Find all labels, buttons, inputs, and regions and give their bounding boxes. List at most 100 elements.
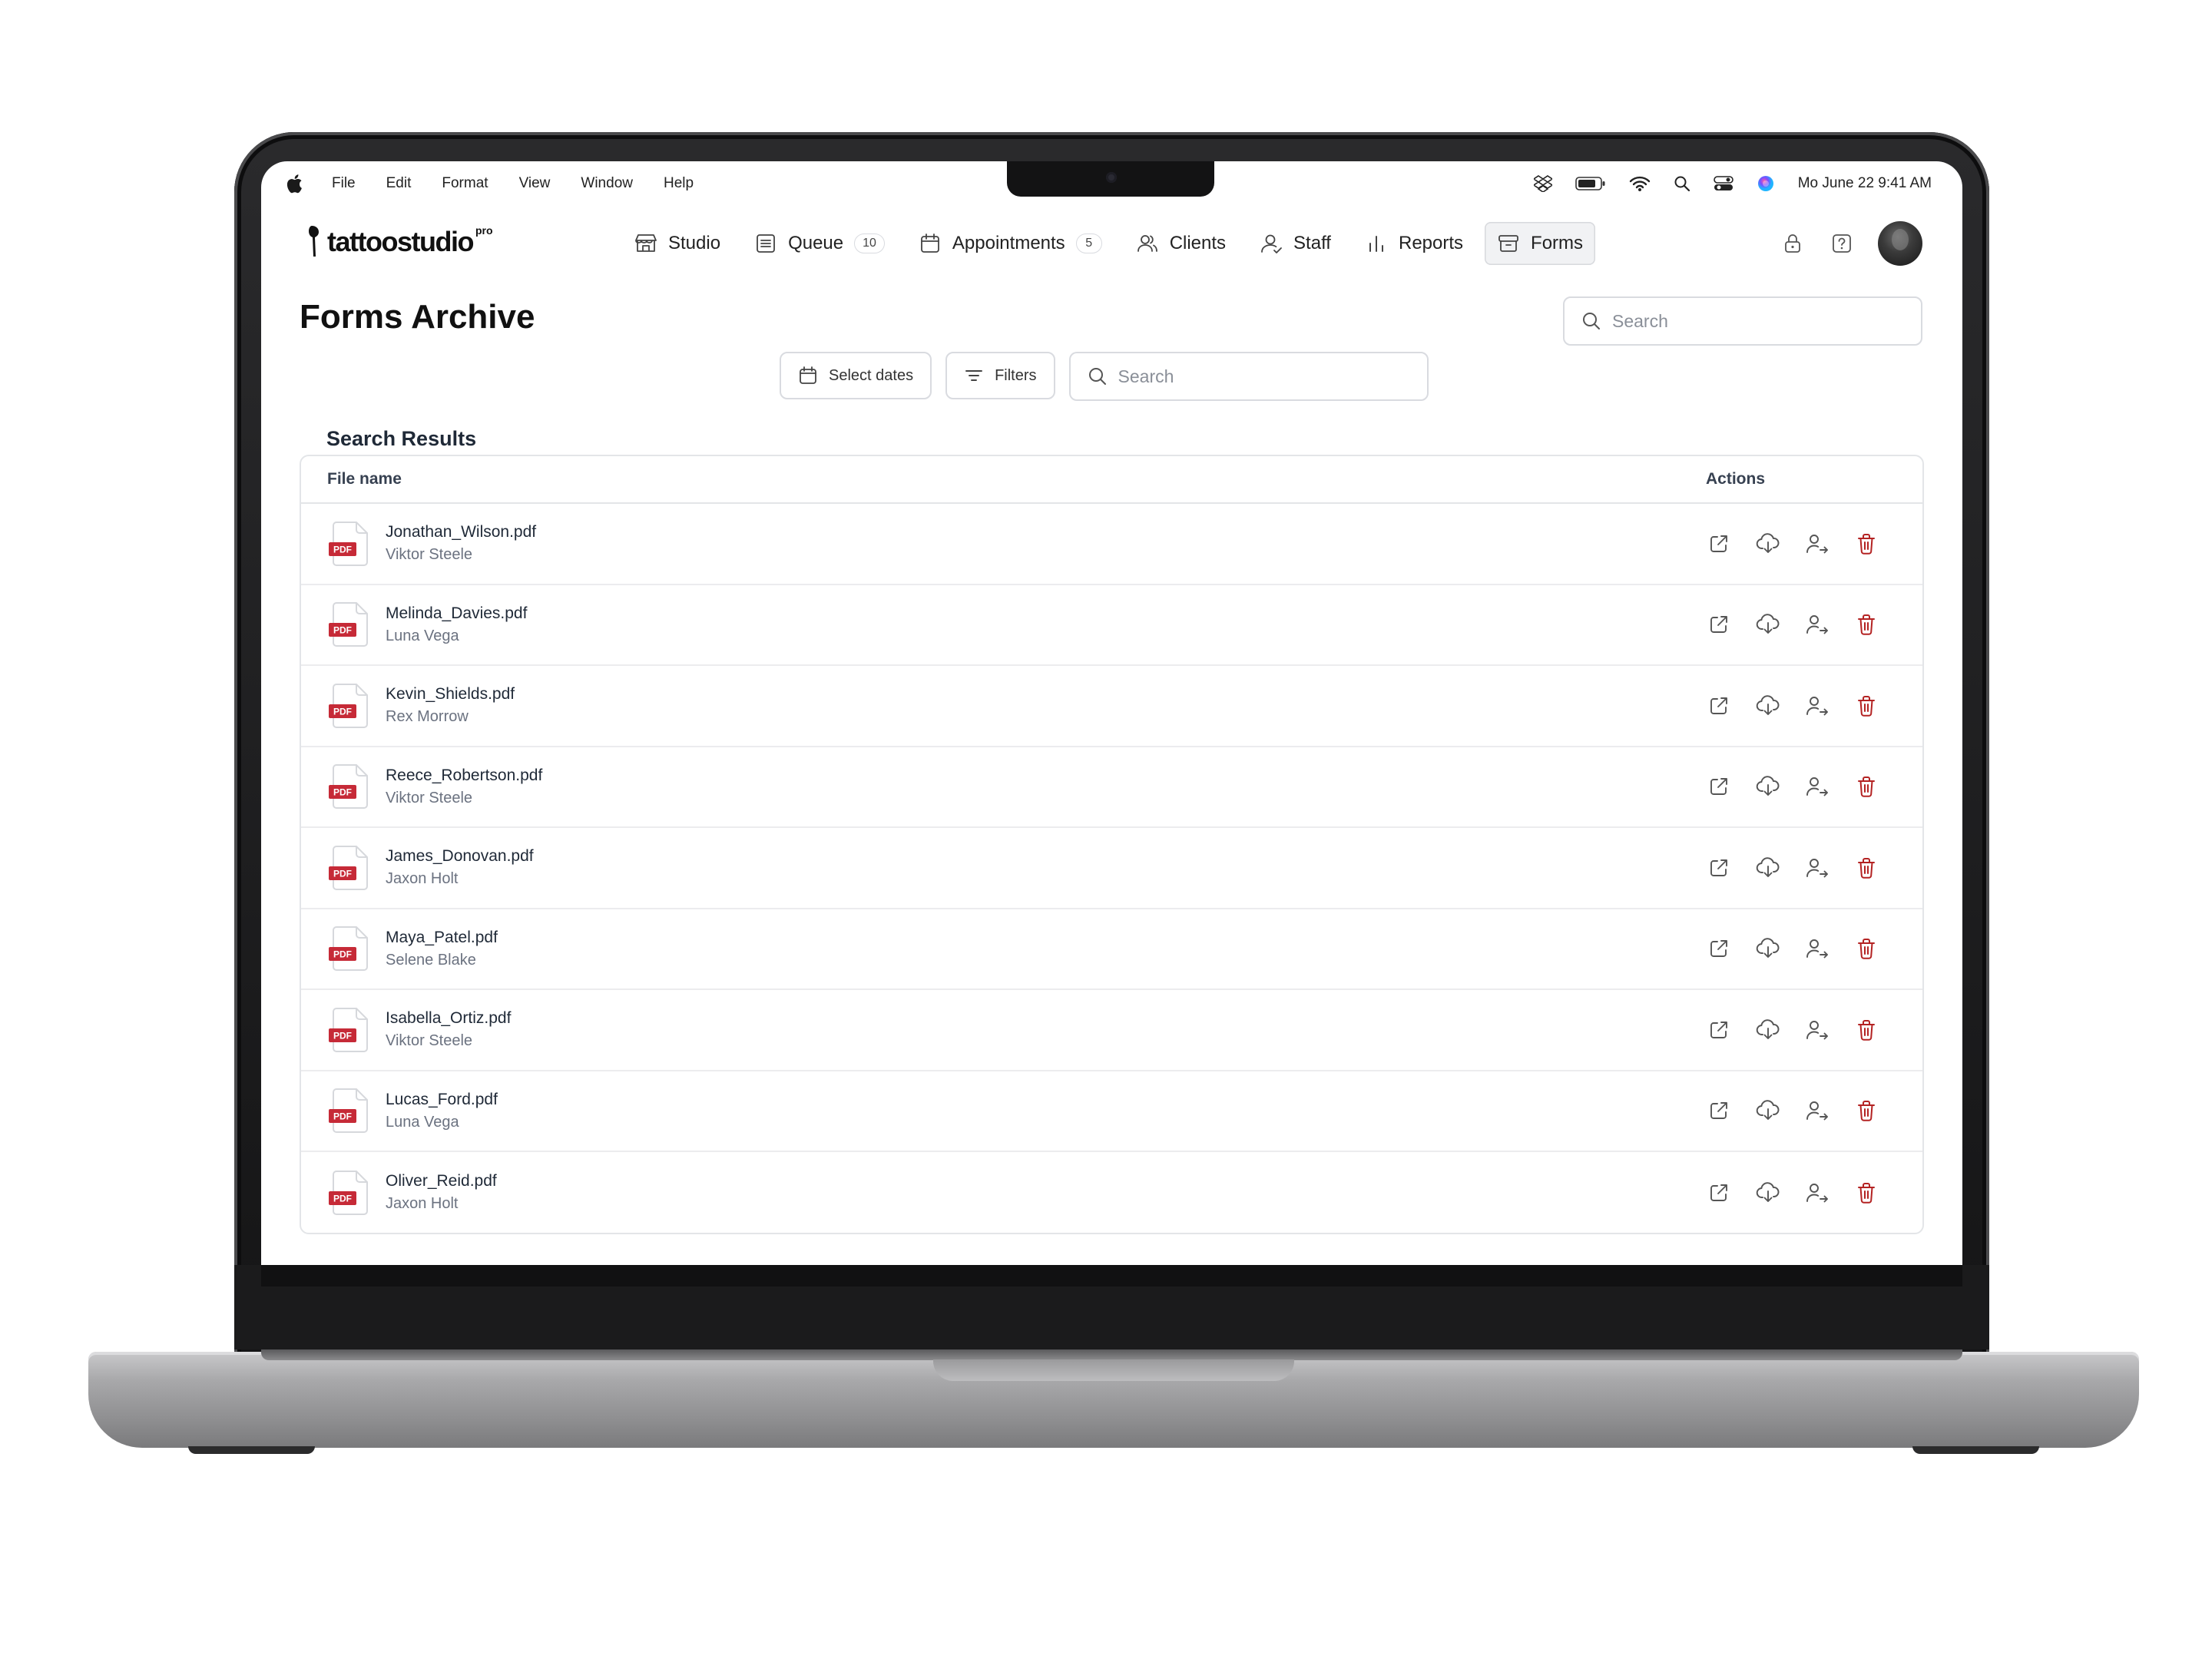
select-dates-label: Select dates — [829, 366, 914, 384]
assign-client-button[interactable] — [1804, 531, 1830, 557]
assign-client-button[interactable] — [1804, 773, 1830, 800]
download-button[interactable] — [1755, 773, 1781, 800]
filters-label: Filters — [995, 366, 1037, 384]
open-button[interactable] — [1706, 611, 1732, 637]
menu-window[interactable]: Window — [581, 175, 633, 192]
table-row[interactable]: PDF Oliver_Reid.pdf Jaxon Holt — [301, 1152, 1922, 1233]
download-button[interactable] — [1755, 531, 1781, 557]
delete-button[interactable] — [1853, 1098, 1879, 1124]
table-row[interactable]: PDF Lucas_Ford.pdf Luna Vega — [301, 1071, 1922, 1152]
forms-search-input[interactable] — [1118, 366, 1395, 387]
table-row[interactable]: PDF Jonathan_Wilson.pdf Viktor Steele — [301, 504, 1922, 585]
table-row[interactable]: PDF James_Donovan.pdf Jaxon Holt — [301, 828, 1922, 909]
download-button[interactable] — [1755, 1017, 1781, 1043]
global-search[interactable] — [1563, 296, 1922, 346]
control-center-icon[interactable] — [1713, 175, 1734, 192]
global-search-input[interactable] — [1612, 310, 1889, 332]
open-button[interactable] — [1706, 935, 1732, 962]
apple-icon[interactable] — [286, 174, 303, 194]
download-button[interactable] — [1755, 1098, 1781, 1124]
siri-icon[interactable] — [1757, 174, 1775, 193]
file-name[interactable]: Melinda_Davies.pdf — [386, 604, 1706, 623]
dropbox-icon[interactable] — [1533, 175, 1552, 192]
delete-button[interactable] — [1853, 693, 1879, 719]
file-name[interactable]: Maya_Patel.pdf — [386, 929, 1706, 947]
app-logo[interactable]: tattoostudio pro — [307, 224, 493, 258]
nav-item-reports[interactable]: Reports — [1353, 222, 1475, 265]
forms-search[interactable] — [1068, 352, 1429, 401]
lock-button[interactable] — [1780, 230, 1806, 257]
delete-button[interactable] — [1853, 1017, 1879, 1043]
open-button[interactable] — [1706, 693, 1732, 719]
file-name[interactable]: James_Donovan.pdf — [386, 847, 1706, 866]
artist-name: Viktor Steele — [386, 789, 473, 806]
delete-button[interactable] — [1853, 611, 1879, 637]
filters-button[interactable]: Filters — [945, 352, 1055, 399]
file-meta: Kevin_Shields.pdf Rex Morrow — [386, 685, 1706, 726]
file-name[interactable]: Lucas_Ford.pdf — [386, 1091, 1706, 1109]
download-button[interactable] — [1755, 611, 1781, 637]
nav-item-staff[interactable]: Staff — [1247, 222, 1343, 265]
pdf-file-icon: PDF — [329, 926, 368, 972]
delete-button[interactable] — [1853, 935, 1879, 962]
assign-client-button[interactable] — [1804, 855, 1830, 881]
status-area: Mo June 22 9:41 AM — [1533, 172, 1932, 195]
spotlight-search-icon[interactable] — [1674, 175, 1690, 192]
file-name[interactable]: Kevin_Shields.pdf — [386, 685, 1706, 704]
open-button[interactable] — [1706, 855, 1732, 881]
battery-icon[interactable] — [1575, 176, 1606, 191]
menubar-clock[interactable]: Mo June 22 9:41 AM — [1798, 175, 1932, 192]
download-button[interactable] — [1755, 935, 1781, 962]
artist-name: Selene Blake — [386, 951, 476, 969]
menu-edit[interactable]: Edit — [386, 175, 412, 192]
file-name[interactable]: Oliver_Reid.pdf — [386, 1172, 1706, 1190]
open-button[interactable] — [1706, 1017, 1732, 1043]
assign-client-button[interactable] — [1804, 1180, 1830, 1206]
assign-client-button[interactable] — [1804, 935, 1830, 962]
download-button[interactable] — [1755, 855, 1781, 881]
table-row[interactable]: PDF Maya_Patel.pdf Selene Blake — [301, 909, 1922, 990]
open-button[interactable] — [1706, 1180, 1732, 1206]
table-row[interactable]: PDF Reece_Robertson.pdf Viktor Steele — [301, 747, 1922, 828]
laptop-foot-left — [188, 1446, 315, 1454]
menu-help[interactable]: Help — [664, 175, 694, 192]
menu-view[interactable]: View — [519, 175, 551, 192]
nav-item-appointments[interactable]: Appointments 5 — [906, 222, 1114, 265]
assign-client-button[interactable] — [1804, 611, 1830, 637]
table-row[interactable]: PDF Melinda_Davies.pdf Luna Vega — [301, 585, 1922, 666]
download-button[interactable] — [1755, 1180, 1781, 1206]
file-name[interactable]: Jonathan_Wilson.pdf — [386, 523, 1706, 541]
table-row[interactable]: PDF Isabella_Ortiz.pdf Viktor Steele — [301, 990, 1922, 1071]
menu-format[interactable]: Format — [442, 175, 488, 192]
delete-button[interactable] — [1853, 773, 1879, 800]
pdf-label: PDF — [333, 868, 352, 879]
row-actions — [1706, 1017, 1896, 1043]
open-button[interactable] — [1706, 531, 1732, 557]
assign-client-button[interactable] — [1804, 693, 1830, 719]
delete-button[interactable] — [1853, 531, 1879, 557]
delete-button[interactable] — [1853, 855, 1879, 881]
open-button[interactable] — [1706, 1098, 1732, 1124]
table-row[interactable]: PDF Kevin_Shields.pdf Rex Morrow — [301, 666, 1922, 747]
file-name[interactable]: Reece_Robertson.pdf — [386, 767, 1706, 785]
logo-text: tattoostudio — [327, 226, 474, 257]
select-dates-button[interactable]: Select dates — [780, 352, 932, 399]
file-name[interactable]: Isabella_Ortiz.pdf — [386, 1009, 1706, 1028]
download-button[interactable] — [1755, 693, 1781, 719]
help-button[interactable] — [1829, 230, 1855, 257]
delete-button[interactable] — [1853, 1180, 1879, 1206]
wifi-icon[interactable] — [1629, 175, 1651, 192]
assign-client-button[interactable] — [1804, 1098, 1830, 1124]
avatar[interactable] — [1878, 221, 1922, 266]
file-meta: Jonathan_Wilson.pdf Viktor Steele — [386, 523, 1706, 564]
cloud-download-icon — [1756, 776, 1780, 796]
cloud-download-icon — [1756, 1182, 1780, 1202]
forms-table: File name Actions PDF Jonathan_Wilson.pd… — [300, 455, 1924, 1234]
assign-client-button[interactable] — [1804, 1017, 1830, 1043]
nav-item-clients[interactable]: Clients — [1124, 222, 1238, 265]
open-button[interactable] — [1706, 773, 1732, 800]
nav-item-studio[interactable]: Studio — [622, 222, 733, 265]
nav-item-queue[interactable]: Queue 10 — [742, 222, 897, 265]
nav-item-forms[interactable]: Forms — [1485, 222, 1596, 265]
menu-file[interactable]: File — [332, 175, 356, 192]
